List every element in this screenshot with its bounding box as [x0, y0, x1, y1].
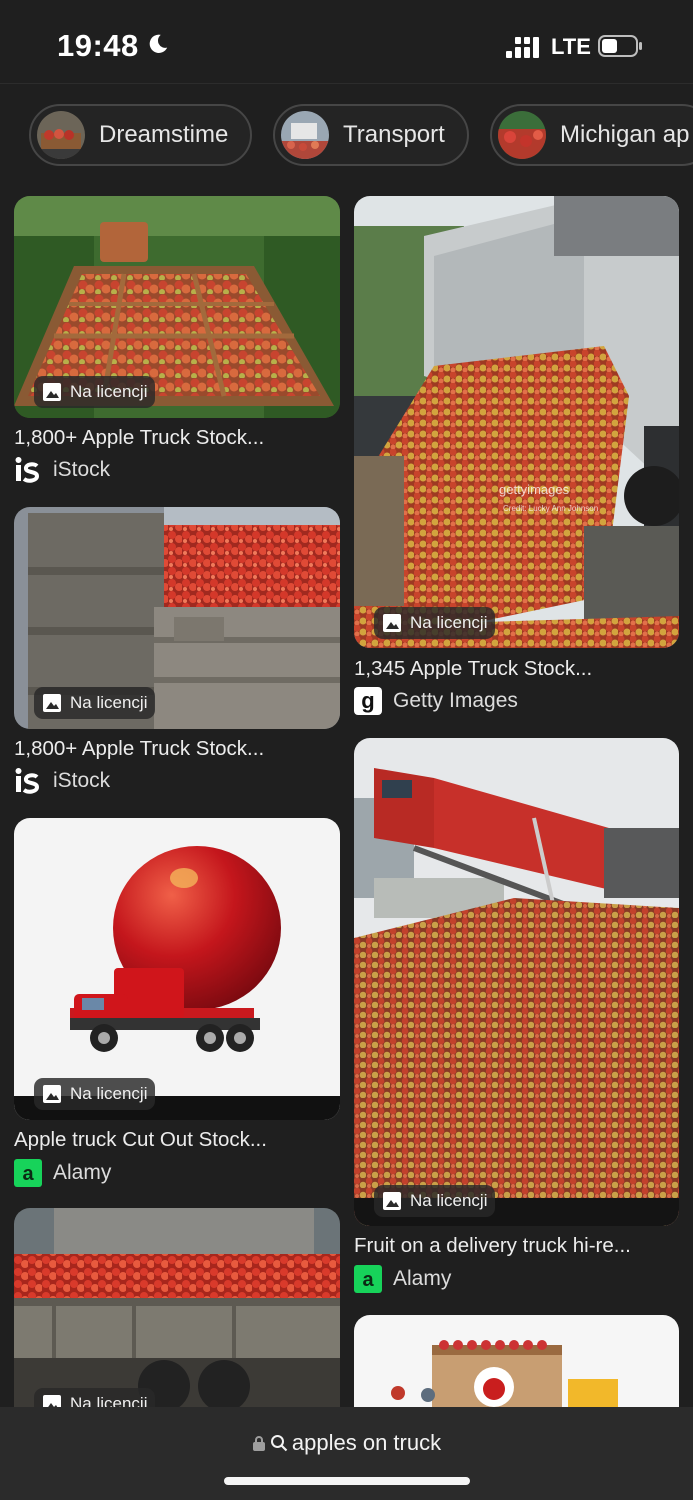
license-label: Na licencji: [70, 382, 148, 401]
result-source[interactable]: a Alamy: [354, 1265, 451, 1293]
license-badge: Na licencji: [374, 1185, 496, 1217]
result-card[interactable]: Na licencji: [14, 1208, 340, 1438]
result-card[interactable]: Na licencji 1,800+ Apple Truck Stock... …: [14, 507, 340, 802]
result-thumbnail[interactable]: gettyimages Credit: Lucky Ann Johnson: [354, 196, 679, 648]
image-icon: [383, 1192, 401, 1210]
watermark-text: gettyimages: [499, 482, 570, 497]
alamy-logo-icon: a: [354, 1265, 382, 1293]
home-indicator[interactable]: [224, 1477, 470, 1485]
alamy-logo-icon: a: [14, 1159, 42, 1187]
chip-dreamstime[interactable]: Dreamstime: [29, 104, 253, 166]
result-source[interactable]: a Alamy: [14, 1159, 111, 1187]
source-name: Alamy: [393, 1267, 452, 1290]
result-card[interactable]: Na licencji Apple truck Cut Out Stock...…: [14, 818, 340, 1192]
svg-text:g: g: [361, 688, 374, 713]
result-title[interactable]: Apple truck Cut Out Stock...: [14, 1128, 267, 1152]
result-card[interactable]: Na licencji 1,800+ Apple Truck Stock... …: [14, 196, 340, 491]
result-source[interactable]: iStock: [14, 767, 110, 795]
svg-text:a: a: [22, 1163, 34, 1185]
result-card[interactable]: [354, 1315, 679, 1495]
status-time: 19:48: [57, 28, 139, 63]
chip-michigan[interactable]: Michigan ap: [490, 104, 693, 166]
result-title[interactable]: 1,800+ Apple Truck Stock...: [14, 426, 264, 450]
network-type: LTE: [551, 34, 591, 59]
license-label: Na licencji: [70, 693, 148, 712]
chip-label: Michigan ap: [560, 121, 690, 148]
license-badge: Na licencji: [34, 376, 156, 408]
source-name: Getty Images: [393, 689, 518, 712]
result-thumbnail[interactable]: [14, 818, 340, 1120]
result-card[interactable]: gettyimages Credit: Lucky Ann Johnson Na…: [354, 196, 679, 721]
chip-label: Dreamstime: [99, 121, 229, 148]
url-field[interactable]: apples on truck: [0, 1430, 693, 1456]
svg-text:a: a: [362, 1269, 374, 1291]
license-label: Na licencji: [70, 1084, 148, 1103]
chip-transport[interactable]: Transport: [273, 104, 469, 166]
cellular-signal-icon: [506, 37, 539, 58]
result-title[interactable]: 1,800+ Apple Truck Stock...: [14, 737, 264, 761]
result-source[interactable]: iStock: [14, 456, 110, 484]
image-icon: [43, 694, 61, 712]
url-text: apples on truck: [291, 1430, 442, 1455]
getty-logo-icon: g: [354, 687, 382, 715]
source-name: iStock: [53, 769, 111, 792]
image-icon: [43, 1085, 61, 1103]
license-badge: Na licencji: [34, 1078, 156, 1110]
istock-logo-icon: [14, 456, 42, 484]
result-source[interactable]: g Getty Images: [354, 687, 518, 715]
result-thumbnail[interactable]: [354, 738, 679, 1226]
chip-thumbnail: [498, 111, 546, 159]
istock-logo-icon: [14, 767, 42, 795]
chip-thumbnail: [37, 111, 85, 159]
filter-chips: Dreamstime Transport Michigan ap: [0, 100, 693, 170]
chip-thumbnail: [281, 111, 329, 159]
license-label: Na licencji: [410, 1191, 488, 1210]
status-bar: 19:48 LTE: [0, 0, 693, 84]
license-label: Na licencji: [410, 613, 488, 632]
source-name: iStock: [53, 458, 111, 481]
source-name: Alamy: [53, 1161, 112, 1184]
battery-icon: [598, 35, 642, 57]
lock-icon: [252, 1436, 265, 1451]
bottom-address-bar[interactable]: apples on truck: [0, 1407, 693, 1500]
result-card[interactable]: Na licencji Fruit on a delivery truck hi…: [354, 738, 679, 1298]
focus-moon-icon: [149, 34, 168, 53]
search-icon: [270, 1435, 288, 1452]
result-title[interactable]: 1,345 Apple Truck Stock...: [354, 657, 592, 681]
license-badge: Na licencji: [34, 687, 156, 719]
image-icon: [43, 383, 61, 401]
license-badge: Na licencji: [374, 607, 496, 639]
chip-label: Transport: [343, 121, 445, 148]
result-title[interactable]: Fruit on a delivery truck hi-re...: [354, 1234, 631, 1258]
credit-text: Credit: Lucky Ann Johnson: [503, 504, 598, 513]
image-icon: [383, 614, 401, 632]
